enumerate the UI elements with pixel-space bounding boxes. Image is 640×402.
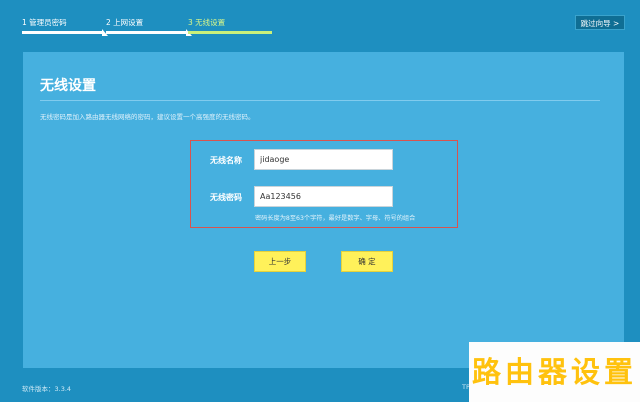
title-divider <box>40 100 600 101</box>
wireless-settings-panel: 无线设置 无线密码是加入路由器无线网络的密码，建议设置一个高强度的无线密码。 无… <box>23 52 624 368</box>
software-version: 软件版本：3.3.4 <box>22 385 72 393</box>
skip-wizard-button[interactable]: 跳过向导 > <box>575 15 625 30</box>
password-input[interactable] <box>254 186 393 207</box>
step-wireless-setup: 3 无线设置 <box>188 14 272 36</box>
page-description: 无线密码是加入路由器无线网络的密码，建议设置一个高强度的无线密码。 <box>40 113 255 121</box>
step-label: 1 管理员密码 <box>22 18 67 27</box>
confirm-button[interactable]: 确 定 <box>341 251 393 272</box>
step-label: 3 无线设置 <box>188 18 226 27</box>
password-hint: 密码长度为8至63个字符，最好是数字、字母、符号的组合 <box>255 215 416 222</box>
watermark-logo: 路由器设置 <box>469 342 640 402</box>
ssid-input[interactable] <box>254 149 393 170</box>
ssid-label: 无线名称 <box>210 156 242 165</box>
page-title: 无线设置 <box>40 78 96 94</box>
step-progress-bar <box>188 31 272 34</box>
password-label: 无线密码 <box>210 193 242 202</box>
step-progress-bar <box>22 31 102 34</box>
step-internet-setup: 2 上网设置 <box>106 14 192 36</box>
step-admin-password: 1 管理员密码 <box>22 14 108 36</box>
step-progress-bar <box>106 31 186 34</box>
prev-step-button[interactable]: 上一步 <box>254 251 306 272</box>
step-label: 2 上网设置 <box>106 18 144 27</box>
